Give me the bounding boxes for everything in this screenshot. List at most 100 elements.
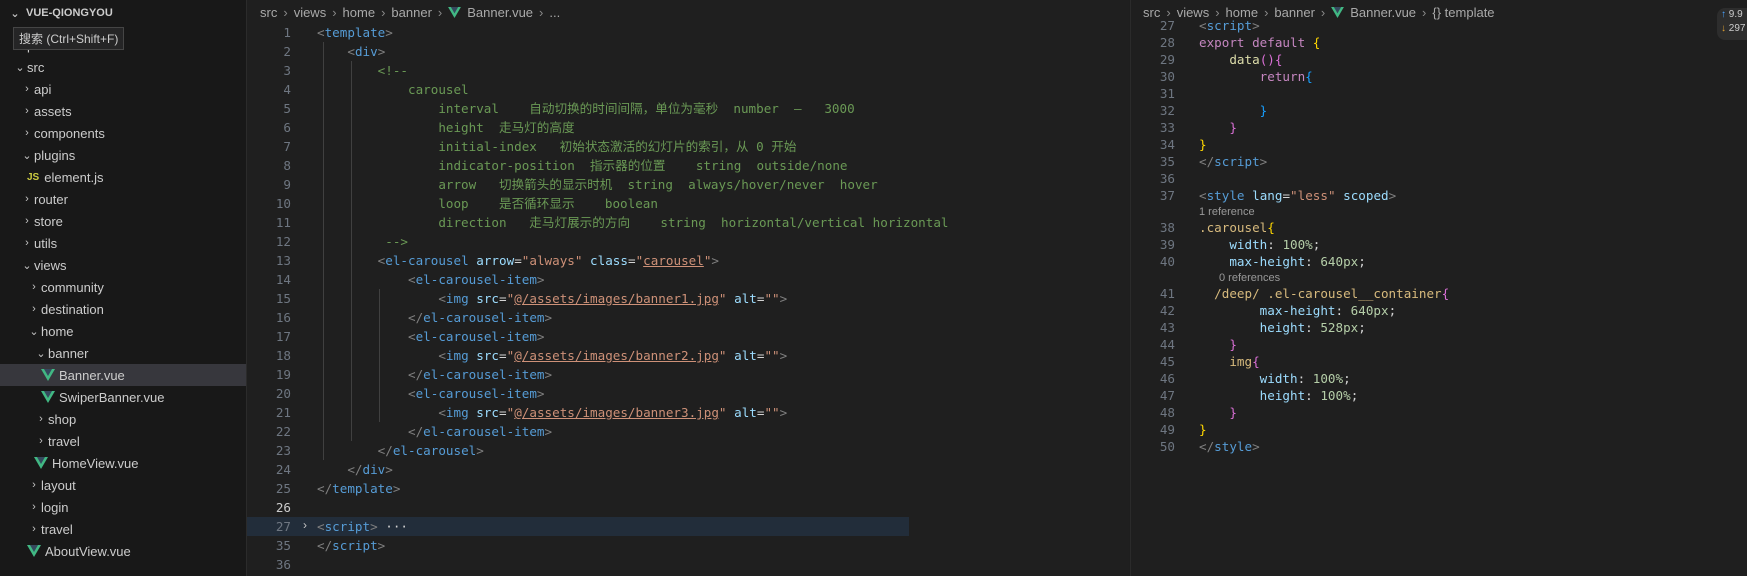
tree-item[interactable]: ⌄ banner [0,342,246,364]
code-line[interactable]: <el-carousel arrow="always" class="carou… [317,251,719,270]
code-line[interactable]: </script> [1199,152,1267,171]
code-line[interactable]: arrow 切换箭头的显示时机 string always/hover/neve… [317,175,877,194]
tree-item[interactable]: › login [0,496,246,518]
tree-item[interactable]: › router [0,188,246,210]
code-token: > [544,367,553,382]
tree-item[interactable]: JS element.js [0,166,246,188]
code-line[interactable]: </style> [1199,437,1260,456]
tree-item[interactable]: › travel [0,430,246,452]
code-token: < [317,25,325,40]
tree-item[interactable]: HomeView.vue [0,452,246,474]
code-line[interactable]: interval 自动切换的时间间隔，单位为毫秒 number — 3000 [317,99,854,118]
tree-item[interactable]: AboutView.vue [0,540,246,562]
code-line[interactable]: </el-carousel-item> [317,365,552,384]
tree-item[interactable]: Banner.vue [0,364,246,386]
code-line[interactable]: <img src="@/assets/images/banner3.jpg" a… [317,403,787,422]
code-line[interactable]: </el-carousel-item> [317,308,552,327]
tree-item[interactable]: › shop [0,408,246,430]
code-token: = [499,405,507,420]
vue-file-icon [41,391,55,403]
code-line[interactable]: height 走马灯的高度 [317,118,574,137]
tree-item[interactable]: › assets [0,100,246,122]
tree-item[interactable]: SwiperBanner.vue [0,386,246,408]
code-line[interactable]: indicator-position 指示器的位置 string outside… [317,156,847,175]
tree-item-label: login [41,499,69,515]
tree-item[interactable]: › community [0,276,246,298]
code-token: ; [1358,320,1366,335]
editor-right[interactable]: src › views › home › banner › Banner.vue ›{} temp… [1130,0,1747,576]
code-line[interactable]: loop 是否循环显示 boolean [317,194,658,213]
vue-file-icon [27,545,41,557]
code-line[interactable]: return{ [1199,67,1313,86]
tree-item[interactable]: ⌄ src [0,56,246,78]
code-line[interactable]: <template> [317,23,393,42]
breadcrumb-item[interactable]: Banner.vue [1350,5,1416,20]
code-line[interactable]: <div> [317,42,385,61]
tree-item[interactable]: › store [0,210,246,232]
code-token: initial-index 初始状态激活的幻灯片的索引，从 0 开始 [317,139,797,154]
tree-item[interactable]: › components [0,122,246,144]
code-line[interactable]: initial-index 初始状态激活的幻灯片的索引，从 0 开始 [317,137,796,156]
breadcrumb-item[interactable]: home [343,5,376,20]
code-line[interactable]: <style lang="less" scoped> [1199,186,1396,205]
breadcrumb-item[interactable]: views [294,5,327,20]
tree-item[interactable]: › api [0,78,246,100]
code-line[interactable]: <!-- [317,61,408,80]
tree-item-label: router [34,191,68,207]
code-token: > [476,443,484,458]
code-line[interactable]: </el-carousel> [317,441,484,460]
tree-item[interactable]: ⌄ views [0,254,246,276]
code-token: { [1312,35,1321,50]
code-token: < [408,329,416,344]
code-token: src [476,405,500,420]
fold-chevron-icon[interactable]: › [303,518,307,532]
breadcrumb-item[interactable]: Banner.vue [467,5,533,20]
code-token: <!-- [377,63,409,78]
code-line[interactable]: <img src="@/assets/images/banner1.jpg" a… [317,289,787,308]
tree-item[interactable]: ⌄ home [0,320,246,342]
code-line[interactable]: </template> [317,479,400,498]
code-line[interactable]: <script> ··· [317,517,408,536]
code-token: } [1199,137,1207,152]
code-line[interactable]: </el-carousel-item> [317,422,552,441]
chevron-right-icon: › [1264,4,1269,20]
codelens-references[interactable]: 1 reference [1199,205,1255,219]
tree-item[interactable]: ⌄ plugins [0,144,246,166]
code-line[interactable]: max-height: 640px; [1199,252,1366,271]
code-token: > [1388,188,1397,203]
explorer-title[interactable]: ⌄ VUE-QIONGYOU [8,4,112,22]
code-token: ; [1312,237,1321,252]
tree-item-label: src [27,59,45,75]
chevron-right-icon: › [539,4,544,20]
breadcrumb-item[interactable]: ... [549,5,560,20]
code-line[interactable]: --> [317,232,408,251]
code-line[interactable]: </div> [317,460,393,479]
tree-item[interactable]: › destination [0,298,246,320]
editor-left[interactable]: src › views › home › banner › Banner.vue ›... 1 <t… [247,0,1227,576]
vue-file-icon [1331,6,1345,18]
code-line[interactable]: <img src="@/assets/images/banner2.jpg" a… [317,346,787,365]
code-token: " [718,405,727,420]
breadcrumb-item[interactable]: {} template [1432,5,1494,20]
breadcrumb-item[interactable]: banner [391,5,431,20]
tree-item[interactable]: › travel [0,518,246,540]
code-line[interactable]: carousel [317,80,469,99]
tree-item[interactable]: › layout [0,474,246,496]
code-token: template [332,481,393,496]
code-token: < [347,44,355,59]
codelens-references[interactable]: 0 references [1219,271,1280,285]
chevron-down-icon: ⌄ [10,7,20,20]
chevron-down-icon: ⌄ [36,347,46,360]
code-token: > [544,310,553,325]
breadcrumb-item[interactable]: banner [1274,5,1314,20]
code-line[interactable]: </script> [317,536,385,555]
chevron-down-icon: ⌄ [22,149,32,162]
breadcrumb-item[interactable]: src [260,5,277,20]
chevron-right-icon: › [437,4,443,20]
code-token: direction 走马灯展示的方向 string horizontal/ver… [317,215,949,230]
code-line[interactable]: direction 走马灯展示的方向 string horizontal/ver… [317,213,949,232]
tree-item[interactable]: › utils [0,232,246,254]
